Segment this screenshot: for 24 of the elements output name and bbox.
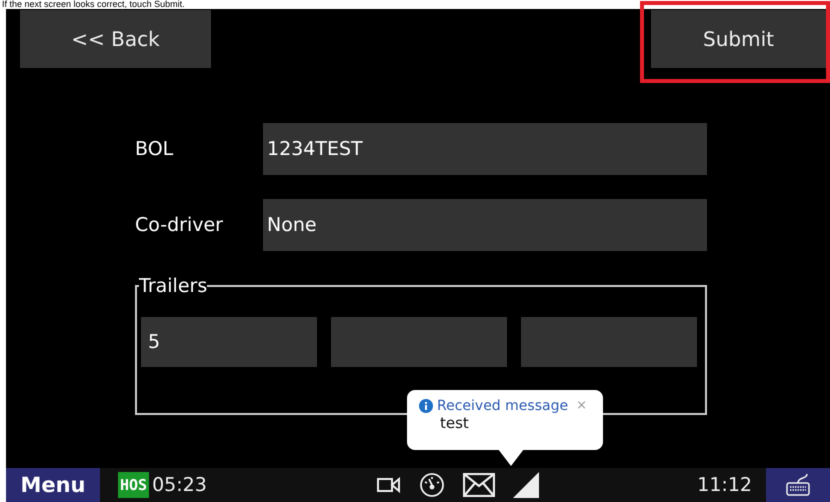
instruction-caption: If the next screen looks correct, touch Submit. <box>1 0 186 9</box>
hos-time: 05:23 <box>152 474 207 496</box>
info-icon <box>419 399 433 413</box>
clock: 11:12 <box>697 474 752 496</box>
video-camera-icon[interactable] <box>376 476 401 494</box>
keyboard-icon <box>785 473 811 497</box>
field-label: BOL <box>135 138 174 160</box>
field-label: Co-driver <box>135 214 224 236</box>
back-button[interactable]: << Back <box>20 10 211 68</box>
submit-button[interactable]: Submit <box>651 10 826 68</box>
signal-icon <box>512 472 539 498</box>
group-legend: Trailers <box>139 275 208 297</box>
menu-button[interactable]: Menu <box>6 468 100 502</box>
notification-title: Received message <box>437 398 568 414</box>
keyboard-button[interactable] <box>766 468 830 502</box>
notification-body: test <box>440 414 470 432</box>
input-field[interactable]: None <box>263 199 707 251</box>
input-field[interactable]: 5 <box>141 317 317 367</box>
input-field[interactable] <box>331 317 507 367</box>
gauge-icon[interactable] <box>418 472 445 498</box>
envelope-icon[interactable] <box>462 473 495 497</box>
input-field[interactable]: 1234TEST <box>263 123 707 175</box>
hos-badge: HOS <box>118 472 150 498</box>
input-field[interactable] <box>521 317 697 367</box>
